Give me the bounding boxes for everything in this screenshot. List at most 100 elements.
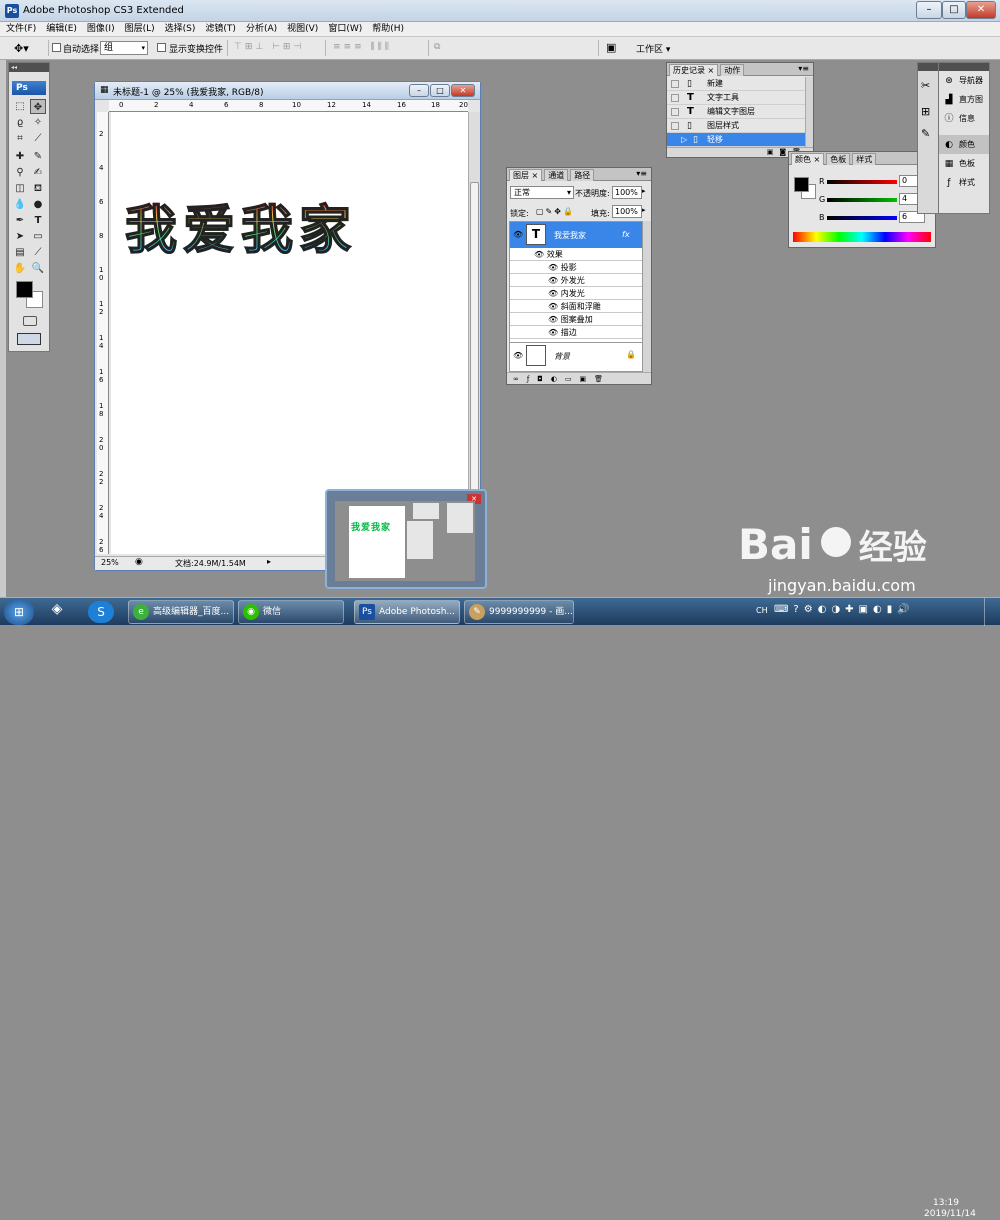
tab-layers[interactable]: 图层 × (509, 169, 543, 181)
tray-icons[interactable]: ⌨?⚙◐◑✚▣◐▮🔊 (774, 604, 915, 615)
red-slider[interactable] (827, 180, 897, 184)
history-brush-icon[interactable]: ✍ (30, 165, 46, 180)
text-layer-row[interactable]: 👁 T 我爱我家 fx (510, 222, 642, 248)
menu-layer[interactable]: 图层(L) (119, 22, 159, 36)
layers-scrollbar[interactable] (643, 221, 651, 372)
background-layer-row[interactable]: 👁 背景 🔒 (510, 342, 642, 368)
dock-styles[interactable]: ƒ 样式 (939, 173, 989, 192)
hand-tool-icon[interactable]: ✋ (12, 261, 28, 276)
marquee-tool-icon[interactable]: ⬚ (12, 99, 28, 114)
document-title-bar[interactable]: ▦ 未标题-1 @ 25% (我爱我家, RGB/8) – □ ✕ (95, 82, 480, 100)
effect-item[interactable]: 👁 内发光 (510, 287, 642, 300)
quick-mask-icon[interactable] (23, 316, 37, 326)
visibility-eye-icon[interactable]: 👁 (513, 230, 523, 239)
menu-edit[interactable]: 编辑(E) (40, 22, 81, 36)
history-item[interactable]: ▯ 新建 (667, 77, 805, 91)
menu-select[interactable]: 选择(S) (159, 22, 200, 36)
history-item[interactable]: ▯ 图层样式 (667, 119, 805, 133)
distribute-icons[interactable]: ≡≡≡ ⫼⫼⫼ (333, 42, 392, 52)
effects-row[interactable]: 👁 效果 (510, 248, 642, 261)
blue-slider[interactable] (827, 216, 897, 220)
opacity-input[interactable]: 100% (612, 186, 642, 199)
lock-icons[interactable]: ▢✎✥🔒 (536, 207, 575, 216)
maximize-button[interactable]: □ (942, 1, 966, 19)
start-button[interactable]: ⊞ (4, 599, 34, 625)
dock-color[interactable]: ◐ 颜色 (939, 135, 989, 154)
toolbox-header[interactable]: ◂◂ (9, 63, 49, 72)
taskbar-item-photoshop[interactable]: Ps Adobe Photosh... (354, 600, 460, 624)
auto-align-icon[interactable]: ⧉ (434, 42, 440, 52)
menu-file[interactable]: 文件(F) (0, 22, 40, 36)
clock[interactable]: 13:19 2019/11/14 (924, 1198, 976, 1220)
move-tool-icon[interactable]: ✥ (30, 99, 46, 114)
paint-bucket-icon[interactable]: ⛾ (30, 181, 46, 196)
background-layer-name[interactable]: 背景 (554, 351, 570, 362)
effect-item[interactable]: 👁 外发光 (510, 274, 642, 287)
menu-image[interactable]: 图像(I) (81, 22, 119, 36)
history-item[interactable]: T 文字工具 (667, 91, 805, 105)
history-menu-icon[interactable]: ▾≡ (798, 64, 809, 73)
app-s-icon[interactable]: S (88, 601, 114, 623)
screen-mode-icon[interactable] (17, 333, 41, 345)
effect-item[interactable]: 👁 描边 (510, 326, 642, 339)
zoom-level[interactable]: 25% (101, 558, 119, 567)
menu-analysis[interactable]: 分析(A) (240, 22, 281, 36)
doc-minimize-button[interactable]: – (409, 84, 429, 97)
color-spectrum-bar[interactable] (793, 232, 931, 242)
magic-wand-icon[interactable]: ✧ (30, 115, 46, 130)
menu-window[interactable]: 窗口(W) (322, 22, 366, 36)
tab-color[interactable]: 颜色 × (791, 153, 825, 165)
taskbar-item-wechat[interactable]: ◉ 微信 (238, 600, 344, 624)
workspace-button[interactable]: 工作区 ▾ (636, 42, 670, 55)
blend-mode-dropdown[interactable]: 正常 ▾ (510, 186, 574, 199)
doc-maximize-button[interactable]: □ (430, 84, 450, 97)
shape-tool-icon[interactable]: ▭ (30, 229, 46, 244)
effect-item[interactable]: 👁 图案叠加 (510, 313, 642, 326)
eyedropper-icon[interactable]: ⟋ (30, 245, 46, 260)
history-scrollbar[interactable] (805, 77, 813, 147)
dock-info[interactable]: ⓘ 信息 (939, 109, 989, 128)
tab-channels[interactable]: 通道 (544, 169, 569, 181)
tab-actions[interactable]: 动作 (720, 64, 745, 76)
healing-brush-icon[interactable]: ✚ (12, 149, 28, 164)
history-item[interactable]: T 编辑文字图层 (667, 105, 805, 119)
doc-close-button[interactable]: ✕ (451, 84, 475, 97)
dodge-tool-icon[interactable]: ● (30, 197, 46, 212)
crop-tool-icon[interactable]: ⌗ (12, 131, 28, 146)
slice-tool-icon[interactable]: ⟋ (30, 131, 46, 146)
taskbar-item-paint[interactable]: ✎ 9999999999 - 画... (464, 600, 574, 624)
layer-comps-icon[interactable]: ⊞ (921, 105, 930, 118)
path-select-icon[interactable]: ➤ (12, 229, 28, 244)
green-slider[interactable] (827, 198, 897, 202)
bridge-icon[interactable]: ▣ (606, 41, 616, 54)
stamp-tool-icon[interactable]: ⚲ (12, 165, 28, 180)
brush-tool-icon[interactable]: ✎ (30, 149, 46, 164)
menu-view[interactable]: 视图(V) (281, 22, 322, 36)
tab-swatches[interactable]: 色板 (826, 153, 851, 165)
show-desktop-button[interactable] (984, 598, 1000, 626)
dock-navigator[interactable]: ⊛ 导航器 (939, 71, 989, 90)
dock-histogram[interactable]: ▟ 直方图 (939, 90, 989, 109)
type-tool-icon[interactable]: T (30, 213, 46, 228)
taskbar-item-editor[interactable]: e 高级编辑器_百度... (128, 600, 234, 624)
menu-filter[interactable]: 滤镜(T) (199, 22, 240, 36)
effect-item[interactable]: 👁 斜面和浮雕 (510, 300, 642, 313)
menu-help[interactable]: 帮助(H) (366, 22, 408, 36)
layers-footer-icons[interactable]: ∞ƒ◘◐▭▣🗑 (507, 372, 651, 384)
taskbar-thumbnail-preview[interactable]: ✕ 我爱我家 (325, 489, 487, 589)
app-360-icon[interactable]: ◈ (44, 601, 70, 623)
vertical-scrollbar[interactable] (468, 112, 480, 554)
fill-input[interactable]: 100% (612, 205, 642, 218)
scrollbar-thumb[interactable] (470, 182, 479, 542)
layers-menu-icon[interactable]: ▾≡ (636, 169, 647, 178)
align-icons[interactable]: ⊤⊞⊥ ⊢⊞⊣ (234, 42, 304, 52)
effect-item[interactable]: 👁 投影 (510, 261, 642, 274)
blur-tool-icon[interactable]: 💧 (12, 197, 28, 212)
tab-history[interactable]: 历史记录 × (669, 64, 719, 76)
lasso-tool-icon[interactable]: ϱ (12, 115, 28, 130)
canvas-text-layer[interactable]: 我爱我家 (124, 188, 357, 263)
close-button[interactable]: ✕ (966, 1, 996, 19)
text-layer-name[interactable]: 我爱我家 (554, 230, 586, 241)
fx-indicator[interactable]: fx (622, 230, 630, 239)
move-tool-preset-icon[interactable]: ✥▾ (14, 42, 29, 55)
